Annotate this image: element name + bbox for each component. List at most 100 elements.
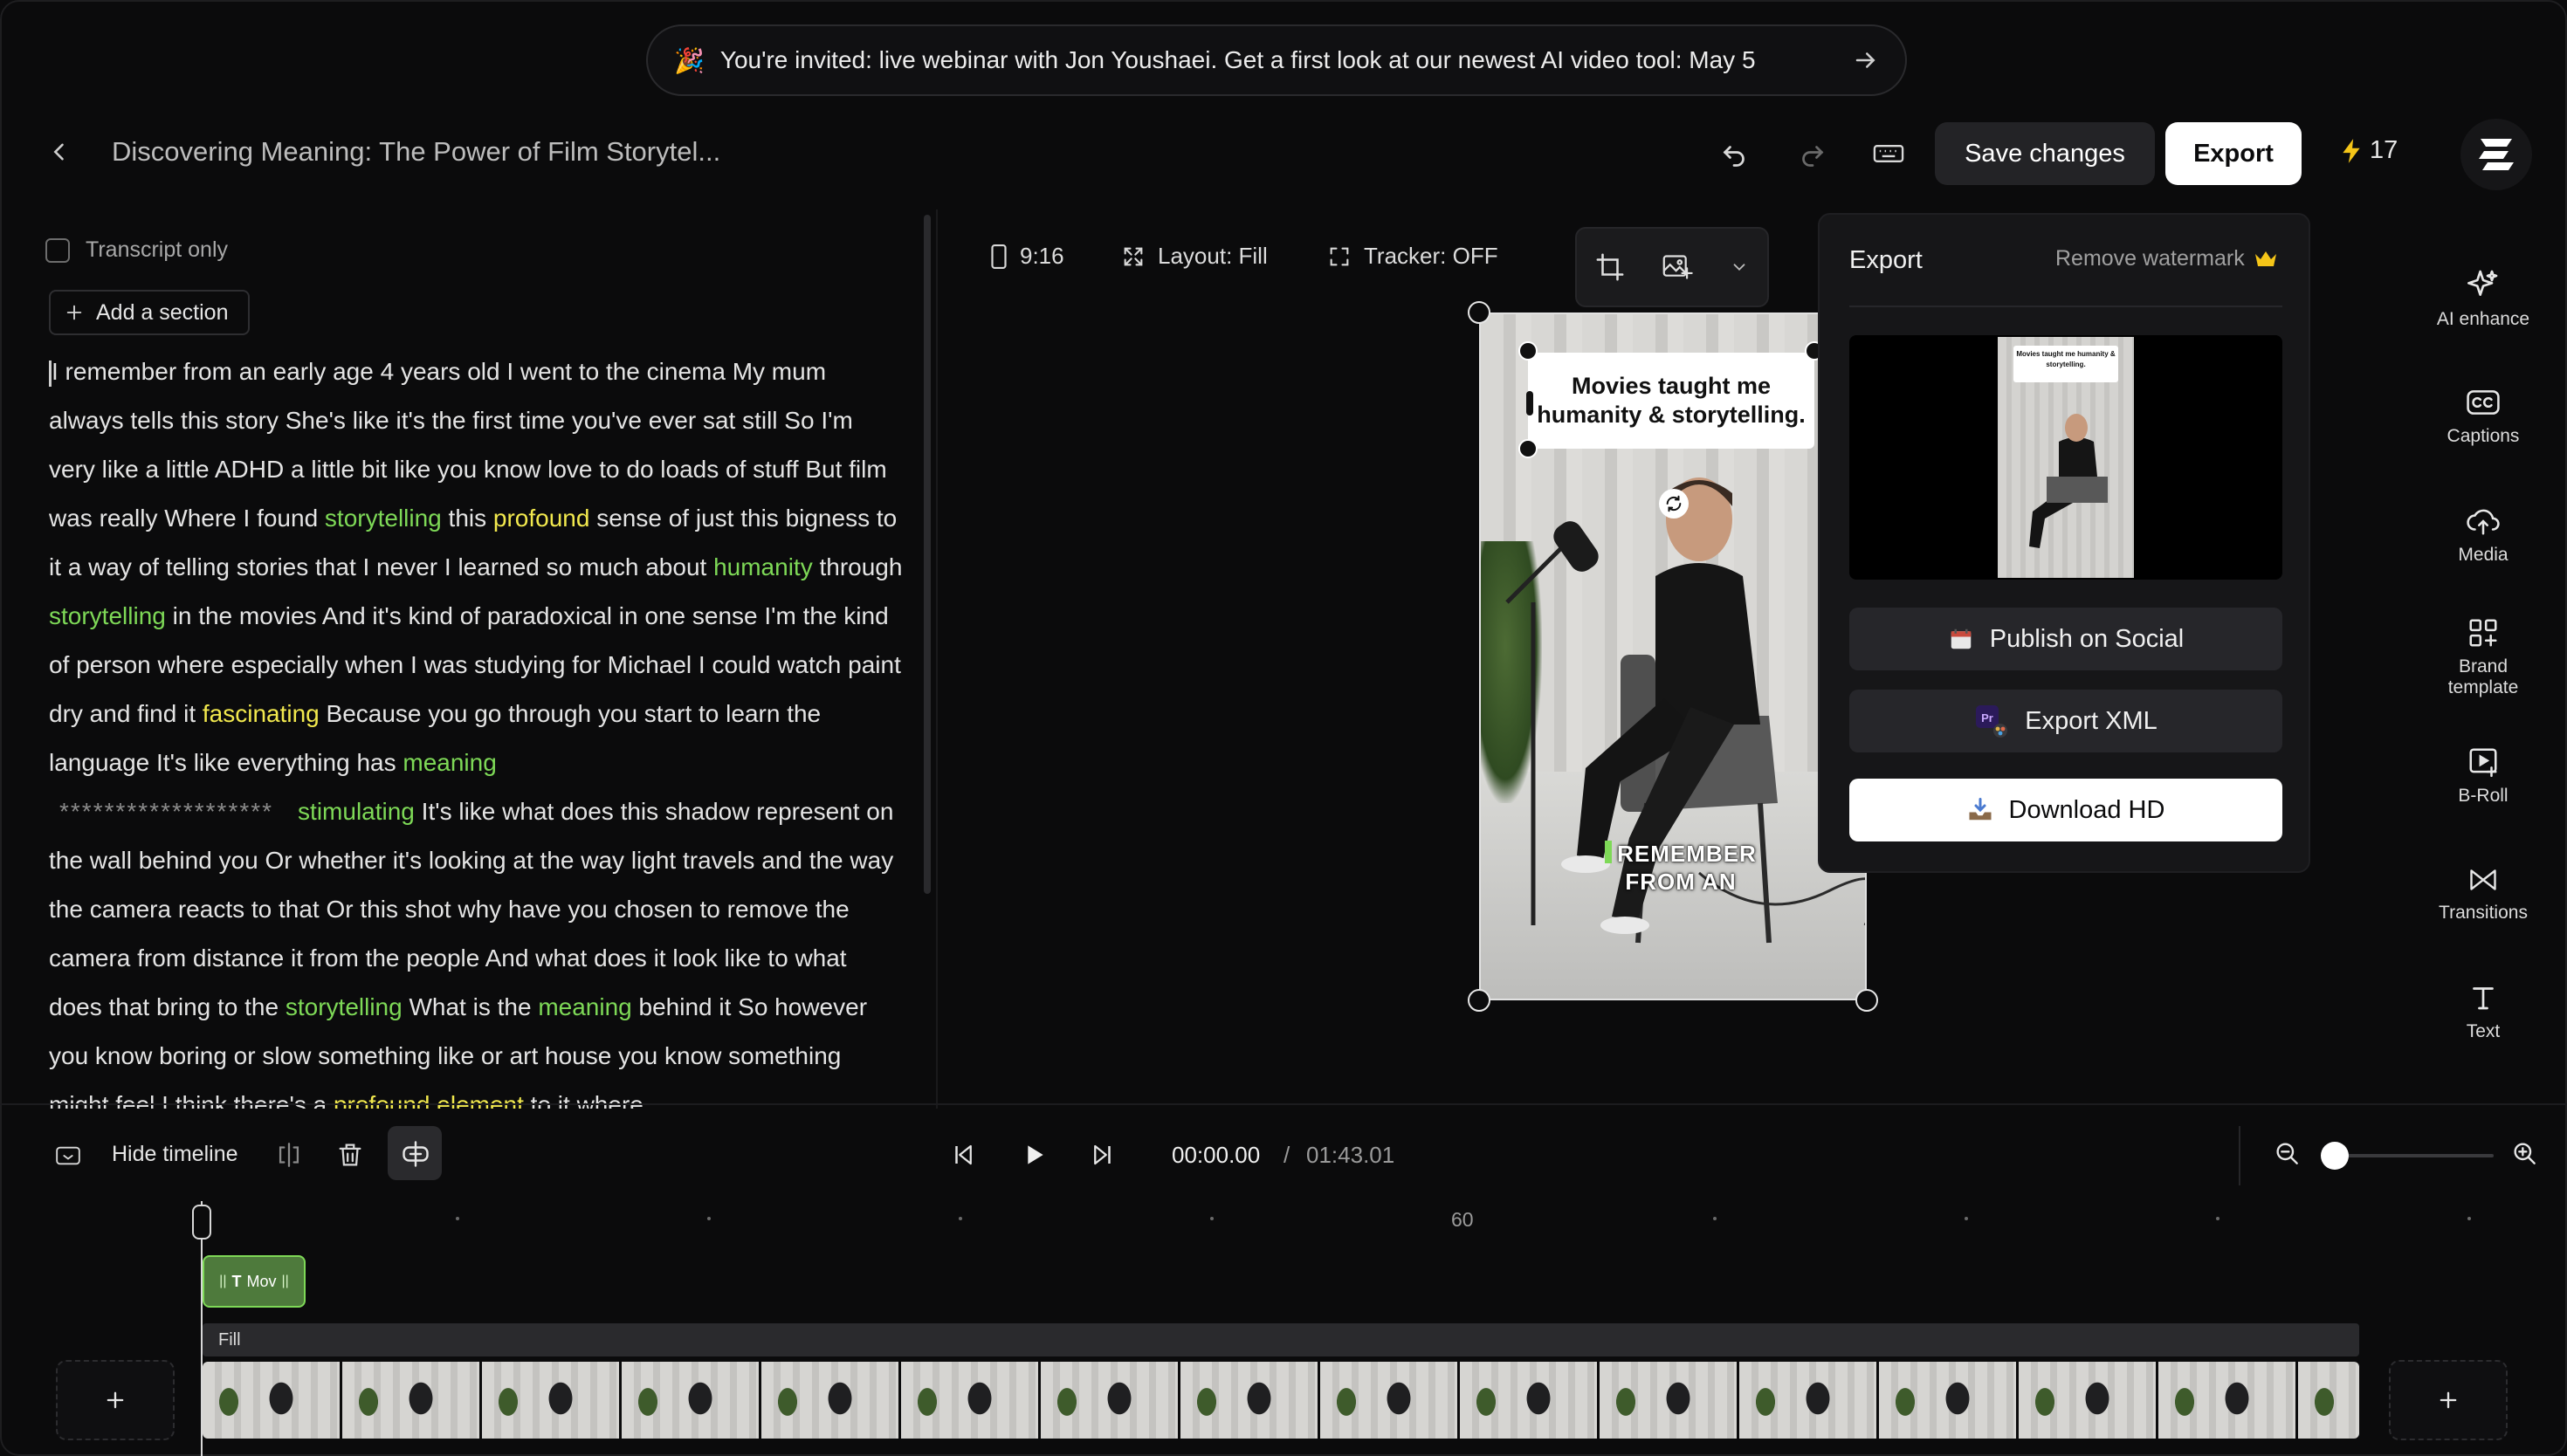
add-clip-before-button[interactable] bbox=[56, 1360, 175, 1440]
aspect-ratio-button[interactable]: 9:16 bbox=[990, 243, 1064, 270]
focus-frame-icon bbox=[1327, 244, 1352, 269]
rail-brand-template[interactable]: Brand template bbox=[2427, 616, 2539, 698]
webinar-banner[interactable]: 🎉 You're invited: live webinar with Jon … bbox=[646, 24, 1907, 96]
back-chevron-icon[interactable] bbox=[47, 140, 72, 164]
highlighted-word[interactable]: profound element bbox=[334, 1091, 524, 1109]
layout-track[interactable]: Fill bbox=[203, 1323, 2359, 1356]
redacted-words[interactable]: ******************* bbox=[49, 798, 298, 825]
download-hd-button[interactable]: Download HD bbox=[1849, 779, 2282, 841]
highlighted-word[interactable]: storytelling bbox=[325, 505, 442, 532]
rail-captions[interactable]: Captions bbox=[2427, 386, 2539, 447]
magnet-link-icon[interactable] bbox=[400, 1138, 431, 1170]
rail-ai-enhance[interactable]: AI enhance bbox=[2427, 267, 2539, 330]
rail-label: Text bbox=[2466, 1021, 2501, 1041]
transcript-only-label: Transcript only bbox=[86, 237, 229, 262]
play-icon[interactable] bbox=[1020, 1140, 1048, 1170]
credits-counter[interactable]: 17 bbox=[2340, 136, 2398, 165]
resize-handle-top-left[interactable] bbox=[1468, 301, 1490, 324]
clip-grip-left[interactable]: || bbox=[219, 1274, 226, 1289]
skip-forward-icon[interactable] bbox=[1090, 1142, 1116, 1168]
video-subtitle[interactable]: REMEMBER FROM AN bbox=[1563, 840, 1799, 896]
hide-timeline-button[interactable]: Hide timeline bbox=[112, 1142, 238, 1167]
zoom-in-icon[interactable] bbox=[2511, 1140, 2539, 1168]
project-title[interactable]: Discovering Meaning: The Power of Film S… bbox=[112, 136, 720, 168]
layout-button[interactable]: Layout: Fill bbox=[1121, 243, 1268, 270]
caption-handle-left[interactable] bbox=[1526, 391, 1533, 416]
transcript-only-checkbox[interactable] bbox=[45, 237, 70, 263]
transcript-segment[interactable]: What is the bbox=[403, 993, 539, 1020]
text-clip-label: Mov bbox=[246, 1272, 277, 1290]
skip-back-icon[interactable] bbox=[950, 1142, 976, 1168]
arrow-right-icon[interactable] bbox=[1853, 47, 1879, 73]
playhead[interactable] bbox=[192, 1205, 211, 1240]
video-frame-thumbnail bbox=[622, 1362, 759, 1439]
transcript-only-toggle[interactable]: Transcript only bbox=[45, 237, 228, 263]
resize-handle-bottom-left[interactable] bbox=[1468, 989, 1490, 1012]
plus-icon bbox=[65, 303, 84, 322]
timeline-divider bbox=[0, 1103, 2567, 1105]
download-hd-label: Download HD bbox=[2008, 795, 2165, 824]
ruler-tick bbox=[1965, 1217, 1968, 1220]
hide-timeline-icon[interactable] bbox=[54, 1144, 82, 1168]
highlighted-word[interactable]: stimulating bbox=[298, 798, 415, 825]
rail-b-roll[interactable]: B-Roll bbox=[2427, 745, 2539, 807]
highlighted-word[interactable]: fascinating bbox=[203, 700, 320, 727]
add-clip-after-button[interactable] bbox=[2389, 1360, 2508, 1440]
highlighted-word[interactable]: meaning bbox=[538, 993, 631, 1020]
rail-label: B-Roll bbox=[2458, 786, 2509, 806]
crop-icon[interactable] bbox=[1595, 252, 1625, 282]
transcript-segment[interactable]: through bbox=[813, 553, 902, 580]
zoom-slider-knob[interactable] bbox=[2320, 1142, 2349, 1170]
export-xml-button[interactable]: Pr Export XML bbox=[1849, 690, 2282, 752]
redo-icon[interactable] bbox=[1797, 138, 1828, 169]
time-separator: / bbox=[1284, 1142, 1290, 1168]
text-clip-icon: T bbox=[231, 1272, 242, 1290]
party-icon: 🎉 bbox=[674, 46, 705, 74]
transcript-scrollbar[interactable] bbox=[924, 215, 931, 894]
keyboard-icon[interactable] bbox=[1872, 138, 1905, 169]
clip-grip-right[interactable]: || bbox=[282, 1274, 289, 1289]
transcript-segment[interactable]: this bbox=[442, 505, 493, 532]
transcript-segment[interactable]: It's like what does this shadow represen… bbox=[49, 798, 893, 1020]
caption-handle-top-left[interactable] bbox=[1518, 341, 1538, 361]
rail-transitions[interactable]: Transitions bbox=[2427, 864, 2539, 924]
remove-watermark-link[interactable]: Remove watermark bbox=[2055, 246, 2278, 271]
add-section-button[interactable]: Add a section bbox=[49, 290, 250, 335]
calendar-icon bbox=[1948, 626, 1974, 652]
highlighted-word[interactable]: profound bbox=[493, 505, 590, 532]
chevron-down-icon[interactable] bbox=[1730, 258, 1749, 277]
panel-divider[interactable] bbox=[936, 209, 938, 1109]
highlighted-word[interactable]: storytelling bbox=[286, 993, 403, 1020]
rail-text[interactable]: Text bbox=[2427, 981, 2539, 1042]
tracker-button[interactable]: Tracker: OFF bbox=[1327, 243, 1498, 270]
publish-on-social-label: Publish on Social bbox=[1989, 624, 2185, 653]
highlighted-word[interactable]: storytelling bbox=[49, 602, 166, 629]
caption-text-box[interactable]: Movies taught me humanity & storytelling… bbox=[1528, 353, 1814, 449]
zoom-out-icon[interactable] bbox=[2274, 1140, 2302, 1168]
save-changes-button[interactable]: Save changes bbox=[1935, 122, 2155, 185]
replace-image-icon[interactable] bbox=[1662, 252, 1693, 282]
highlighted-word[interactable]: meaning bbox=[403, 749, 496, 776]
video-frame-thumbnail bbox=[1320, 1362, 1457, 1439]
video-frame-thumbnail bbox=[482, 1362, 619, 1439]
rotate-icon[interactable] bbox=[1659, 489, 1689, 519]
publish-on-social-button[interactable]: Publish on Social bbox=[1849, 608, 2282, 670]
cloud-upload-icon bbox=[2464, 505, 2502, 538]
video-frame-thumbnail bbox=[2298, 1362, 2359, 1439]
resize-handle-bottom-right[interactable] bbox=[1855, 989, 1878, 1012]
highlighted-word[interactable]: humanity bbox=[713, 553, 813, 580]
caption-handle-bottom-left[interactable] bbox=[1518, 439, 1538, 458]
undo-icon[interactable] bbox=[1718, 138, 1750, 169]
total-time: 01:43.01 bbox=[1306, 1142, 1395, 1168]
zoom-slider[interactable] bbox=[2326, 1154, 2494, 1157]
text-clip[interactable]: || T Mov || bbox=[203, 1255, 306, 1308]
split-icon[interactable] bbox=[274, 1140, 304, 1170]
app-logo[interactable] bbox=[2460, 119, 2532, 190]
ruler-tick bbox=[1713, 1217, 1717, 1220]
transcript-text[interactable]: I remember from an early age 4 years old… bbox=[49, 347, 905, 1109]
rail-media[interactable]: Media bbox=[2427, 505, 2539, 566]
trash-icon[interactable] bbox=[335, 1140, 365, 1170]
transcript-segment[interactable]: to it where bbox=[524, 1091, 643, 1109]
video-track[interactable] bbox=[203, 1362, 2359, 1439]
export-button[interactable]: Export bbox=[2165, 122, 2302, 185]
